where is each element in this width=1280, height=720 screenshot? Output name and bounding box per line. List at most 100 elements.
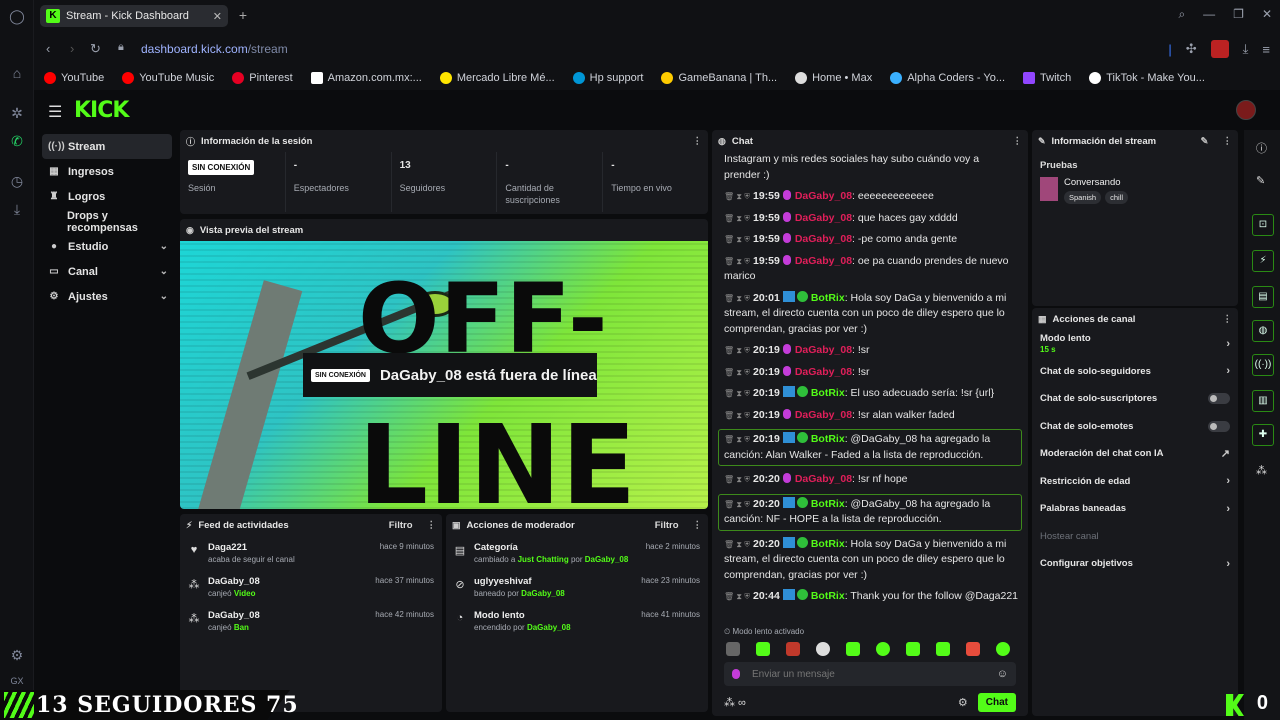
rail-chat-icon[interactable]: ◍ bbox=[1252, 320, 1274, 342]
chat-username[interactable]: DaGaby_08 bbox=[795, 255, 852, 267]
chat-username[interactable]: BotRix bbox=[811, 590, 845, 602]
rail-wrench-icon[interactable]: ✚ bbox=[1252, 424, 1274, 446]
gear-icon[interactable]: ⚙ bbox=[958, 696, 968, 709]
filter-button[interactable]: Filtro bbox=[389, 520, 413, 531]
more-options-icon[interactable]: ⋮ bbox=[1223, 314, 1233, 325]
rail-queue-icon[interactable]: ▥ bbox=[1252, 390, 1274, 412]
edit-icon[interactable]: ✎ bbox=[1201, 136, 1209, 147]
bookmark-hp-support[interactable]: Hp support bbox=[572, 72, 643, 84]
mod-tools-icon[interactable]: 🗑︎ ⧗ ⛨ bbox=[724, 500, 750, 509]
sidebar-item-drops[interactable]: Drops y recompensas bbox=[42, 209, 172, 234]
sidebar-item-stream[interactable]: ((·)) Stream bbox=[42, 134, 172, 159]
download-icon[interactable]: ⤓ bbox=[1243, 41, 1249, 57]
back-icon[interactable]: ‹ bbox=[46, 41, 50, 56]
emoji-icon[interactable]: ☺ bbox=[997, 668, 1008, 680]
channel-action-row[interactable]: Restricción de edad › bbox=[1032, 468, 1238, 496]
channel-action-row[interactable]: Chat de solo-emotes bbox=[1032, 413, 1238, 441]
emote-item[interactable] bbox=[876, 642, 890, 656]
chat-username[interactable]: BotRix bbox=[811, 387, 845, 399]
mod-tools-icon[interactable]: 🗑︎ ⧗ ⛨ bbox=[724, 294, 750, 303]
more-options-icon[interactable]: ⋮ bbox=[693, 520, 703, 531]
channel-action-row[interactable]: Modo lento 15 s › bbox=[1032, 330, 1238, 358]
chat-username[interactable]: BotRix bbox=[811, 433, 845, 445]
chat-username[interactable]: DaGaby_08 bbox=[795, 409, 852, 421]
more-options-icon[interactable]: ⋮ bbox=[427, 520, 437, 531]
new-tab-button[interactable]: + bbox=[235, 7, 251, 23]
chatgpt-icon[interactable]: ✲ bbox=[8, 104, 26, 122]
bookmark-twitch[interactable]: Twitch bbox=[1023, 72, 1071, 84]
rail-lightning-icon[interactable]: ⚡︎ bbox=[1252, 250, 1274, 272]
close-icon[interactable]: ✕ bbox=[213, 10, 222, 23]
whatsapp-icon[interactable]: ✆ bbox=[8, 132, 26, 150]
mod-tools-icon[interactable]: 🗑︎ ⧗ ⛨ bbox=[724, 389, 750, 398]
profile-extension-icon[interactable] bbox=[1210, 40, 1229, 58]
bookmark-youtube[interactable]: YouTube bbox=[44, 72, 104, 84]
bookmark-max[interactable]: Home • Max bbox=[795, 72, 872, 84]
kick-points-icon[interactable]: ⁂ ∞ bbox=[724, 696, 746, 709]
restore-icon[interactable]: ❐ bbox=[1233, 7, 1244, 22]
close-window-icon[interactable]: ✕ bbox=[1262, 7, 1272, 22]
mod-tools-icon[interactable]: 🗑︎ ⧗ ⛨ bbox=[724, 592, 750, 601]
sidebar-item-canal[interactable]: ▭ Canal ⌄ bbox=[42, 259, 172, 284]
downloads-icon[interactable]: ⤓ bbox=[8, 200, 26, 218]
tab-kick-dashboard[interactable]: K Stream - Kick Dashboard ✕ bbox=[40, 5, 228, 27]
channel-action-row[interactable]: Chat de solo-suscriptores bbox=[1032, 385, 1238, 413]
emote-item[interactable] bbox=[786, 642, 800, 656]
mod-tools-icon[interactable]: 🗑︎ ⧗ ⛨ bbox=[724, 257, 750, 266]
chat-username[interactable]: BotRix bbox=[811, 292, 845, 304]
hamburger-menu-icon[interactable]: ☰ bbox=[48, 102, 62, 122]
chat-username[interactable]: DaGaby_08 bbox=[795, 190, 852, 202]
sidebar-item-logros[interactable]: ♜ Logros bbox=[42, 184, 172, 209]
kick-points-icon[interactable]: ⁂ bbox=[1256, 464, 1267, 477]
more-options-icon[interactable]: ⋮ bbox=[693, 136, 703, 147]
sidebar-item-ajustes[interactable]: ⚙ Ajustes ⌄ bbox=[42, 284, 172, 309]
emote-item[interactable] bbox=[966, 642, 980, 656]
emote-item[interactable] bbox=[816, 642, 830, 656]
emote-item[interactable] bbox=[756, 642, 770, 656]
channel-action-row[interactable]: Moderación del chat con IA ↗ bbox=[1032, 440, 1238, 468]
rail-broadcast-icon[interactable]: ((·)) bbox=[1252, 354, 1274, 376]
toggle-switch[interactable] bbox=[1208, 420, 1230, 432]
mod-tools-icon[interactable]: 🗑︎ ⧗ ⛨ bbox=[724, 540, 750, 549]
emote-item[interactable] bbox=[726, 642, 740, 656]
bookmark-mercado-libre[interactable]: Mercado Libre Mé... bbox=[439, 72, 555, 84]
channel-action-row[interactable]: Configurar objetivos › bbox=[1032, 550, 1238, 578]
avatar[interactable] bbox=[1236, 100, 1256, 120]
reload-icon[interactable]: ↻ bbox=[90, 41, 101, 57]
history-icon[interactable]: ◷ bbox=[8, 172, 26, 190]
bookmark-pinterest[interactable]: Pinterest bbox=[232, 72, 293, 84]
mod-tools-icon[interactable]: 🗑︎ ⧗ ⛨ bbox=[724, 192, 750, 201]
more-options-icon[interactable]: ⋮ bbox=[1013, 136, 1023, 147]
mod-tools-icon[interactable]: 🗑︎ ⧗ ⛨ bbox=[724, 368, 750, 377]
chat-username[interactable]: BotRix bbox=[811, 498, 845, 510]
mod-tools-icon[interactable]: 🗑︎ ⧗ ⛨ bbox=[724, 214, 750, 223]
forward-icon[interactable]: › bbox=[70, 41, 74, 56]
mod-tools-icon[interactable]: 🗑︎ ⧗ ⛨ bbox=[724, 411, 750, 420]
channel-action-row[interactable]: Palabras baneadas › bbox=[1032, 495, 1238, 523]
chat-username[interactable]: DaGaby_08 bbox=[795, 344, 852, 356]
bookmark-tiktok[interactable]: TikTok - Make You... bbox=[1089, 72, 1205, 84]
more-options-icon[interactable]: ⋮ bbox=[1223, 136, 1233, 147]
mod-tools-icon[interactable]: 🗑︎ ⧗ ⛨ bbox=[724, 475, 750, 484]
chat-username[interactable]: BotRix bbox=[811, 538, 845, 550]
chat-message-input[interactable] bbox=[752, 668, 989, 680]
menu-icon[interactable]: ≡ bbox=[1262, 42, 1270, 57]
edit-icon[interactable]: ✎ bbox=[1256, 174, 1265, 187]
mod-tools-icon[interactable]: 🗑︎ ⧗ ⛨ bbox=[724, 346, 750, 355]
rail-scan-icon[interactable]: ⊡ bbox=[1252, 214, 1274, 236]
emote-item[interactable] bbox=[846, 642, 860, 656]
home-icon[interactable]: ⌂ bbox=[8, 64, 26, 82]
emote-item[interactable] bbox=[906, 642, 920, 656]
rail-clipboard-icon[interactable]: ▤ bbox=[1252, 286, 1274, 308]
channel-action-row[interactable]: Chat de solo-seguidores › bbox=[1032, 358, 1238, 386]
sidebar-item-estudio[interactable]: ● Estudio ⌄ bbox=[42, 234, 172, 259]
bookmark-youtube-music[interactable]: YouTube Music bbox=[122, 72, 214, 84]
mod-tools-icon[interactable]: 🗑︎ ⧗ ⛨ bbox=[724, 435, 750, 444]
search-icon[interactable]: ⌕ bbox=[1178, 7, 1185, 22]
toggle-switch[interactable] bbox=[1208, 393, 1230, 405]
bookmark-alpha-coders[interactable]: Alpha Coders - Yo... bbox=[890, 72, 1005, 84]
chat-input-box[interactable]: ☺ bbox=[724, 662, 1016, 686]
gx-icon[interactable]: GX bbox=[8, 672, 26, 690]
stream-preview-image[interactable]: OFF- LINE SIN CONEXIÓN DaGaby_08 está fu… bbox=[180, 241, 708, 509]
emote-item[interactable] bbox=[936, 642, 950, 656]
